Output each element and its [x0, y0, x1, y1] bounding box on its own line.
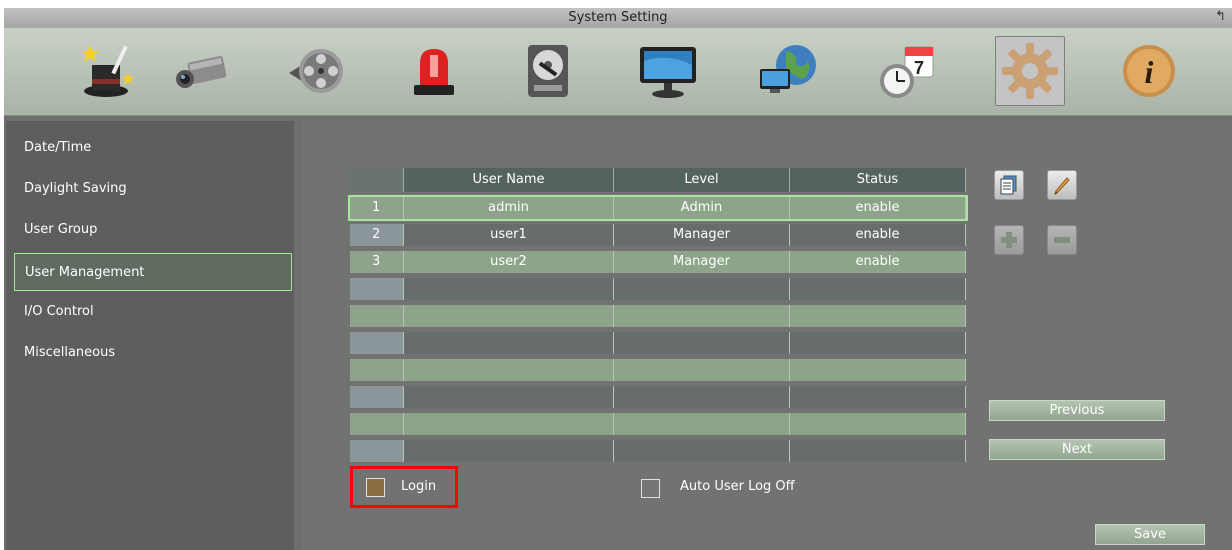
row-number — [350, 359, 404, 381]
table-row[interactable] — [350, 386, 966, 408]
sidebar-item-date-time[interactable]: Date/Time — [14, 129, 292, 167]
calendar-date-label: 7 — [914, 58, 924, 78]
edit-button[interactable] — [1047, 170, 1077, 200]
monitor-icon[interactable] — [633, 36, 703, 106]
copy-icon — [1000, 175, 1017, 195]
table-row[interactable] — [350, 278, 966, 300]
user-name-cell: user1 — [404, 224, 614, 246]
sidebar-item-user-group[interactable]: User Group — [14, 211, 292, 249]
info-glyph: i — [1145, 54, 1154, 90]
user-name-cell — [404, 332, 614, 354]
level-cell — [614, 413, 790, 435]
table-row[interactable] — [350, 305, 966, 327]
back-icon[interactable]: ↰ — [1215, 9, 1226, 24]
sidebar: Date/Time Daylight Saving User Group User M… — [6, 121, 294, 550]
status-cell: enable — [790, 197, 966, 219]
user-name-cell — [404, 305, 614, 327]
row-number: 3 — [350, 251, 404, 273]
table-row[interactable]: 1 admin Admin enable — [348, 195, 968, 221]
user-name-cell: admin — [404, 197, 614, 219]
user-name-cell — [404, 278, 614, 300]
level-cell — [614, 440, 790, 462]
status-cell — [790, 359, 966, 381]
status-cell — [790, 305, 966, 327]
user-name-cell — [404, 440, 614, 462]
gear-icon[interactable] — [995, 36, 1065, 106]
system-setting-window: System Setting ↰ 7 i Date/Time Daylight … — [4, 8, 1232, 550]
level-cell: Admin — [614, 197, 790, 219]
table-row[interactable] — [350, 332, 966, 354]
window-title: System Setting — [568, 10, 668, 25]
status-cell — [790, 440, 966, 462]
previous-button[interactable]: Previous — [989, 400, 1165, 421]
magic-hat-icon[interactable] — [71, 36, 141, 106]
row-number — [350, 305, 404, 327]
minus-icon — [1054, 237, 1070, 243]
user-name-cell: user2 — [404, 251, 614, 273]
level-cell: Manager — [614, 251, 790, 273]
user-name-cell — [404, 386, 614, 408]
level-header: Level — [614, 168, 790, 192]
remove-button[interactable] — [1047, 225, 1077, 255]
user-name-cell — [404, 359, 614, 381]
index-header — [350, 168, 404, 192]
film-reel-icon[interactable] — [282, 36, 352, 106]
plus-icon — [1001, 232, 1017, 248]
settings-toolbar: 7 i — [4, 28, 1232, 116]
user-name-cell — [404, 413, 614, 435]
copy-button[interactable] — [994, 170, 1024, 200]
level-cell — [614, 305, 790, 327]
level-cell: Manager — [614, 224, 790, 246]
status-cell — [790, 278, 966, 300]
level-cell — [614, 386, 790, 408]
network-globe-icon[interactable] — [753, 36, 823, 106]
hard-drive-icon[interactable] — [513, 36, 583, 106]
row-number: 1 — [350, 197, 404, 219]
add-button[interactable] — [994, 225, 1024, 255]
auto-user-log-off-label: Auto User Log Off — [680, 479, 795, 494]
table-row[interactable]: 3 user2 Manager enable — [350, 251, 966, 273]
info-icon[interactable]: i — [1114, 36, 1184, 106]
status-header: Status — [790, 168, 966, 192]
level-cell — [614, 278, 790, 300]
clock-calendar-icon[interactable]: 7 — [872, 36, 942, 106]
level-cell — [614, 332, 790, 354]
camera-icon[interactable] — [168, 36, 238, 106]
sidebar-item-i-o-control[interactable]: I/O Control — [14, 293, 292, 331]
table-row[interactable] — [350, 359, 966, 381]
title-bar: System Setting ↰ — [4, 8, 1232, 28]
pencil-icon — [1054, 177, 1070, 195]
alarm-light-icon[interactable] — [399, 36, 469, 106]
login-label: Login — [401, 479, 437, 494]
status-cell — [790, 413, 966, 435]
row-number — [350, 332, 404, 354]
row-number — [350, 278, 404, 300]
row-number: 2 — [350, 224, 404, 246]
user-name-header: User Name — [404, 168, 614, 192]
sidebar-item-user-management[interactable]: User Management — [14, 253, 292, 291]
level-cell — [614, 359, 790, 381]
login-checkbox[interactable] — [366, 478, 385, 497]
table-row[interactable]: 2 user1 Manager enable — [350, 224, 966, 246]
sidebar-item-daylight-saving[interactable]: Daylight Saving — [14, 170, 292, 208]
table-row[interactable] — [350, 440, 966, 462]
user-management-panel: User Name Level Status 1 admin Admin enable 2 us… — [302, 121, 1232, 550]
sidebar-item-miscellaneous[interactable]: Miscellaneous — [14, 334, 292, 372]
status-cell: enable — [790, 251, 966, 273]
save-button[interactable]: Save — [1095, 524, 1205, 545]
table-row[interactable] — [350, 413, 966, 435]
row-number — [350, 440, 404, 462]
status-cell: enable — [790, 224, 966, 246]
row-number — [350, 386, 404, 408]
next-button[interactable]: Next — [989, 439, 1165, 460]
auto-user-log-off-checkbox[interactable] — [641, 479, 660, 498]
row-number — [350, 413, 404, 435]
status-cell — [790, 386, 966, 408]
status-cell — [790, 332, 966, 354]
